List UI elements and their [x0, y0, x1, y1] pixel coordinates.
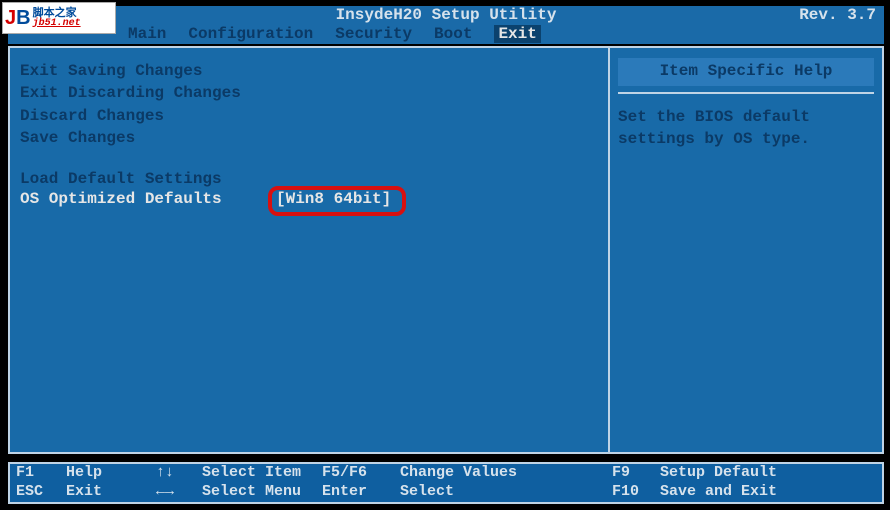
- footer-label-select-item: Select Item: [202, 464, 322, 483]
- menu-load-defaults[interactable]: Load Default Settings: [20, 168, 598, 190]
- tab-boot[interactable]: Boot: [434, 25, 472, 43]
- footer-updown-icon: ↑↓: [156, 464, 202, 483]
- footer-bar: F1 Help ↑↓ Select Item F5/F6 Change Valu…: [8, 462, 884, 504]
- footer-label-save-exit: Save and Exit: [660, 483, 876, 502]
- tab-security[interactable]: Security: [335, 25, 412, 43]
- revision-label: Rev. 3.7: [799, 6, 876, 24]
- footer-label-select-menu: Select Menu: [202, 483, 322, 502]
- watermark-cn: 脚本之家: [33, 8, 81, 19]
- tab-exit[interactable]: Exit: [494, 25, 540, 43]
- footer-label-help: Help: [66, 464, 156, 483]
- left-pane: Exit Saving Changes Exit Discarding Chan…: [8, 46, 610, 454]
- help-title: Item Specific Help: [618, 58, 874, 86]
- footer-label-change-values: Change Values: [400, 464, 550, 483]
- help-body-line2: settings by OS type.: [618, 128, 874, 150]
- footer-key-enter: Enter: [322, 483, 400, 502]
- os-optimized-value[interactable]: [Win8 64bit]: [276, 190, 391, 208]
- tab-strip: Main Configuration Security Boot Exit: [8, 24, 884, 44]
- menu-spacer: [20, 150, 598, 168]
- footer-label-select: Select: [400, 483, 550, 502]
- main-area: Exit Saving Changes Exit Discarding Chan…: [8, 46, 884, 454]
- footer-key-f10: F10: [612, 483, 660, 502]
- os-optimized-label: OS Optimized Defaults: [20, 190, 276, 208]
- help-pane: Item Specific Help Set the BIOS default …: [610, 46, 884, 454]
- bios-screen: JB 脚本之家 jb51.net InsydeH20 Setup Utility…: [0, 0, 890, 510]
- watermark-url: jb51.net: [33, 19, 81, 29]
- footer-key-f5f6: F5/F6: [322, 464, 400, 483]
- help-body: Set the BIOS default settings by OS type…: [618, 92, 874, 151]
- footer-row-2: ESC Exit ←→ Select Menu Enter Select F10…: [16, 483, 876, 502]
- footer-label-exit: Exit: [66, 483, 156, 502]
- menu-os-optimized-row[interactable]: OS Optimized Defaults [Win8 64bit]: [20, 190, 598, 208]
- footer-leftright-icon: ←→: [156, 483, 202, 502]
- tab-main[interactable]: Main: [128, 25, 166, 43]
- title-bar: InsydeH20 Setup Utility Rev. 3.7: [8, 6, 884, 24]
- footer-key-esc: ESC: [16, 483, 66, 502]
- menu-exit-saving[interactable]: Exit Saving Changes: [20, 60, 598, 82]
- tab-configuration[interactable]: Configuration: [188, 25, 313, 43]
- footer-row-1: F1 Help ↑↓ Select Item F5/F6 Change Valu…: [16, 464, 876, 483]
- footer-label-setup-default: Setup Default: [660, 464, 876, 483]
- watermark-logo: JB 脚本之家 jb51.net: [2, 2, 116, 34]
- menu-save-changes[interactable]: Save Changes: [20, 127, 598, 149]
- watermark-jb: JB: [5, 7, 31, 30]
- menu-exit-discarding[interactable]: Exit Discarding Changes: [20, 82, 598, 104]
- footer-key-f1: F1: [16, 464, 66, 483]
- footer-key-f9: F9: [612, 464, 660, 483]
- help-body-line1: Set the BIOS default: [618, 106, 874, 128]
- menu-discard-changes[interactable]: Discard Changes: [20, 105, 598, 127]
- utility-title: InsydeH20 Setup Utility: [336, 6, 557, 24]
